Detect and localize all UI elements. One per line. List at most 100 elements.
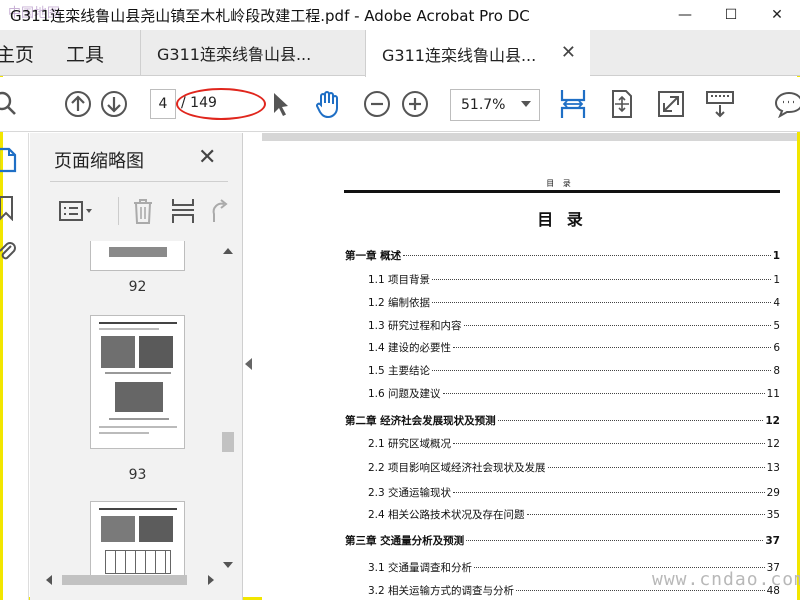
toc-section-entry[interactable]: 1.4 建设的必要性 6 xyxy=(368,340,780,355)
comment-icon[interactable] xyxy=(773,88,800,120)
attachment-icon[interactable] xyxy=(0,239,17,269)
hand-tool-icon[interactable] xyxy=(312,88,344,120)
toc-leader-dots xyxy=(453,347,772,348)
insert-page-icon[interactable] xyxy=(168,197,198,225)
zoom-select[interactable]: 51.7% xyxy=(450,89,540,121)
thumbnail-options-icon[interactable] xyxy=(56,197,96,225)
chevron-down-icon xyxy=(521,101,531,107)
toc-leader-dots xyxy=(463,325,772,326)
thumbnail-label: 93 xyxy=(128,467,147,483)
rotate-page-icon[interactable] xyxy=(206,197,232,225)
toc-entry-text: 第一章 概述 xyxy=(345,250,402,262)
scrollbar-thumb[interactable] xyxy=(222,432,234,452)
toc-leader-dots xyxy=(432,370,772,371)
panel-close-icon[interactable]: ✕ xyxy=(198,145,216,170)
thumbnail-horizontal-scrollbar[interactable] xyxy=(40,571,220,589)
toc-entry-text: 2.2 项目影响区域经济社会现状及发展 xyxy=(368,462,546,474)
toc-leader-dots xyxy=(403,255,771,256)
horizontal-scrollbar-thumb[interactable] xyxy=(62,575,187,585)
fit-width-icon[interactable] xyxy=(557,88,589,120)
toc-section-entry[interactable]: 1.6 问题及建议 11 xyxy=(368,386,780,401)
minimize-button[interactable]: — xyxy=(662,0,708,30)
toc-entry-page: 13 xyxy=(766,462,780,474)
collapse-panel-icon[interactable] xyxy=(245,358,252,370)
toc-entry-page: 1 xyxy=(773,274,780,286)
select-cursor-icon[interactable] xyxy=(264,88,296,120)
page-thumbnails-icon[interactable] xyxy=(0,147,19,177)
toc-leader-dots xyxy=(466,540,764,541)
toc-leader-dots xyxy=(497,420,764,421)
toc-chapter-entry[interactable]: 第三章 交通量分析及预测 37 xyxy=(345,533,780,548)
toc-entry-page: 11 xyxy=(766,388,780,400)
toc-leader-dots xyxy=(547,467,765,468)
toc-entry-text: 3.2 相关运输方式的调查与分析 xyxy=(368,585,515,597)
page-down-icon[interactable] xyxy=(98,88,130,120)
zoom-out-icon[interactable] xyxy=(361,88,393,120)
tab-bar: 主页 工具 G311连栾线鲁山县... G311连栾线鲁山县... ✕ xyxy=(0,30,800,77)
tab-document-label: G311连栾线鲁山县... xyxy=(382,45,537,65)
tab-close-icon[interactable]: ✕ xyxy=(561,42,576,63)
keyboard-icon[interactable] xyxy=(704,88,736,120)
tab-document-1[interactable]: G311连栾线鲁山县... xyxy=(140,30,365,76)
red-annotation-ellipse xyxy=(176,88,266,120)
thumbnail-scrollbar[interactable] xyxy=(219,244,237,581)
fit-page-icon[interactable] xyxy=(606,88,638,120)
page-up-icon[interactable] xyxy=(62,88,94,120)
toc-leader-dots xyxy=(432,302,772,303)
zoom-in-icon[interactable] xyxy=(399,88,431,120)
thumbnail-page-93[interactable] xyxy=(90,315,185,449)
toc-entry-page: 12 xyxy=(766,438,780,450)
toc-leader-dots xyxy=(453,443,765,444)
close-window-button[interactable]: ✕ xyxy=(754,0,800,30)
site-watermark: www.cndao.com xyxy=(652,569,800,590)
toc-entry-page: 4 xyxy=(773,297,780,309)
toc-entry-page: 35 xyxy=(766,509,780,521)
toc-entry-page: 1 xyxy=(772,250,780,262)
toc-entry-page: 8 xyxy=(773,365,780,377)
scroll-right-icon[interactable] xyxy=(208,575,214,585)
toc-section-entry[interactable]: 1.5 主要结论 8 xyxy=(368,363,780,378)
scroll-down-icon[interactable] xyxy=(223,562,233,568)
toc-title: 目 录 xyxy=(537,210,587,229)
delete-page-icon[interactable] xyxy=(128,197,158,225)
toc-entry-text: 2.3 交通运输现状 xyxy=(368,487,452,499)
toc-entry-text: 第三章 交通量分析及预测 xyxy=(345,535,465,547)
search-icon[interactable] xyxy=(0,88,22,120)
tab-document-label: G311连栾线鲁山县... xyxy=(157,45,312,64)
full-screen-icon[interactable] xyxy=(655,88,687,120)
toc-section-entry[interactable]: 1.2 编制依据 4 xyxy=(368,295,780,310)
toc-entry-text: 1.4 建设的必要性 xyxy=(368,342,452,354)
window-title: G311连栾线鲁山县尧山镇至木札岭段改建工程.pdf - Adobe Acrob… xyxy=(10,7,530,25)
toc-section-entry[interactable]: 2.1 研究区域概况 12 xyxy=(368,436,780,451)
toc-entry-text: 1.6 问题及建议 xyxy=(368,388,441,400)
toc-section-entry[interactable]: 2.4 相关公路技术状况及存在问题 35 xyxy=(368,507,780,522)
header-rule xyxy=(344,190,780,193)
thumbnail-label: 92 xyxy=(128,279,147,295)
page-thumbnails-panel: 页面缩略图 ✕ 92 93 xyxy=(30,133,243,600)
scroll-left-icon[interactable] xyxy=(46,575,52,585)
thumbnail-page-94[interactable] xyxy=(90,501,185,581)
maximize-button[interactable]: ☐ xyxy=(708,0,754,30)
toc-leader-dots xyxy=(526,514,765,515)
bookmark-icon[interactable] xyxy=(0,195,17,225)
tab-document-2-active[interactable]: G311连栾线鲁山县... ✕ xyxy=(365,30,590,77)
tab-home[interactable]: 主页 xyxy=(0,40,34,67)
toc-section-entry[interactable]: 1.1 项目背景 1 xyxy=(368,272,780,287)
page-number-input[interactable]: 4 xyxy=(150,89,176,119)
thumbnail-list: 92 93 xyxy=(30,241,243,581)
toc-entry-text: 2.1 研究区域概况 xyxy=(368,438,452,450)
toc-chapter-entry[interactable]: 第二章 经济社会发展现状及预测 12 xyxy=(345,413,780,428)
toc-entry-text: 3.1 交通量调查和分析 xyxy=(368,562,473,574)
toc-entry-page: 37 xyxy=(765,535,780,547)
toc-leader-dots xyxy=(453,492,765,493)
thumbnail-page-92[interactable] xyxy=(90,241,185,271)
toc-entry-text: 1.1 项目背景 xyxy=(368,274,431,286)
toc-entry-text: 1.3 研究过程和内容 xyxy=(368,320,462,332)
toc-entry-text: 1.5 主要结论 xyxy=(368,365,431,377)
toc-section-entry[interactable]: 2.3 交通运输现状 29 xyxy=(368,485,780,500)
toc-section-entry[interactable]: 1.3 研究过程和内容 5 xyxy=(368,318,780,333)
scroll-up-icon[interactable] xyxy=(223,248,233,254)
toc-chapter-entry[interactable]: 第一章 概述 1 xyxy=(345,248,780,263)
tab-tools[interactable]: 工具 xyxy=(66,40,104,67)
toc-section-entry[interactable]: 2.2 项目影响区域经济社会现状及发展 13 xyxy=(368,460,780,475)
